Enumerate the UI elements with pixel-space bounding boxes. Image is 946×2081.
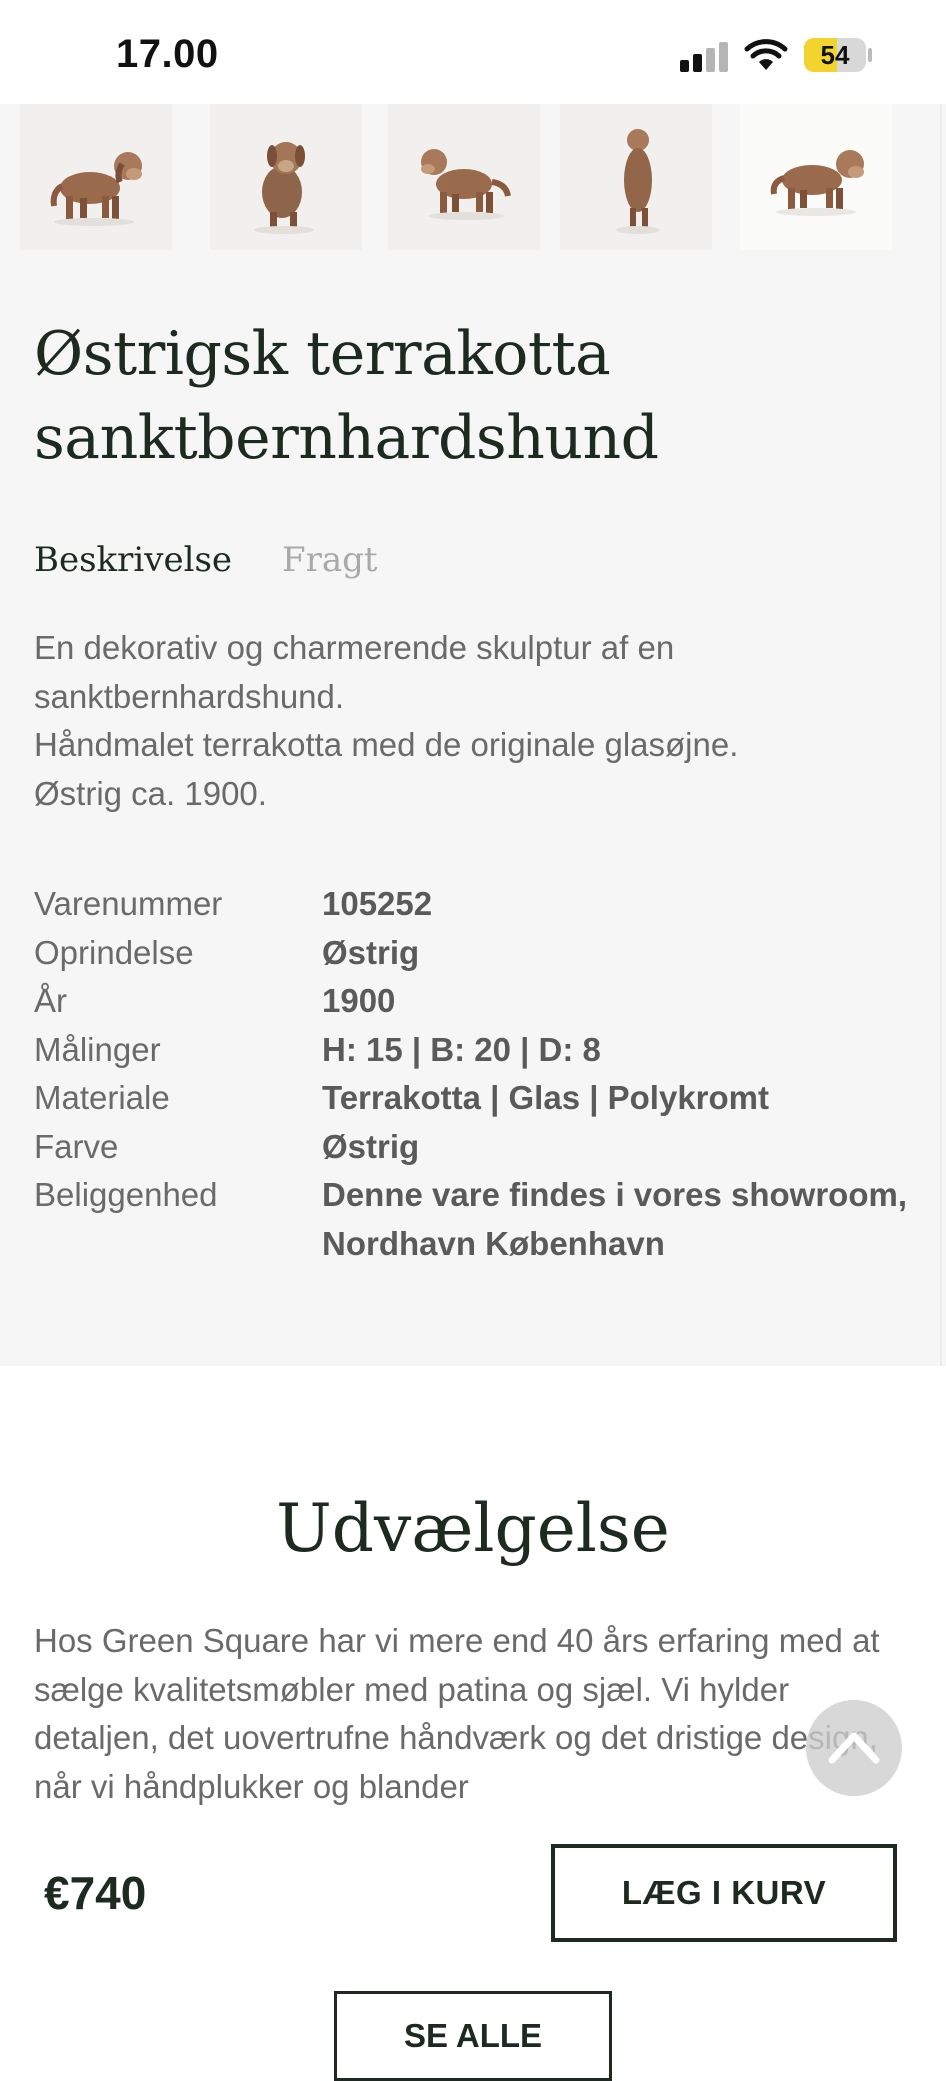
battery-tip: [868, 48, 872, 62]
description-paragraph: Håndmalet terrakotta med de originale gl…: [34, 726, 739, 763]
spec-value: Østrig: [322, 933, 420, 971]
thumbnail-3[interactable]: [388, 104, 540, 250]
spec-value: 105252: [322, 885, 433, 922]
product-title-line-1: Østrigsk terrakotta: [34, 319, 611, 389]
add-to-cart-button[interactable]: LÆG I KURV: [551, 1844, 897, 1942]
spec-value: Denne vare findes i vores showroom, Nord…: [322, 1176, 908, 1262]
purchase-bar: €740 LÆG I KURV SE ALLE: [0, 1816, 946, 2081]
see-all-button[interactable]: SE ALLE: [334, 1991, 612, 2081]
product-price: €740: [44, 1867, 147, 1919]
battery-icon: 54: [804, 38, 866, 72]
edge-divider: [940, 104, 942, 1366]
dog-figurine-image: [50, 152, 142, 226]
thumbnail-strip: [0, 104, 946, 252]
wifi-icon: [744, 36, 788, 72]
product-title: Østrigsk terrakotta sanktbernhardshund: [34, 312, 894, 480]
spec-label: Materiale: [34, 1079, 170, 1116]
thumbnail-2[interactable]: [210, 104, 362, 250]
spec-label: Varenummer: [34, 885, 223, 922]
spec-label: Beliggenhed: [34, 1176, 218, 1213]
dog-figurine-image: [770, 150, 864, 216]
cellular-signal-icon: [680, 40, 730, 72]
description-paragraph: En dekorativ og charmerende skulptur af …: [34, 629, 675, 715]
dog-figurine-image: [421, 149, 511, 220]
clock: 17.00: [116, 32, 219, 76]
thumbnail-1[interactable]: [20, 104, 172, 250]
battery-percentage: 54: [820, 40, 850, 70]
spec-label: Farve: [34, 1127, 119, 1165]
spec-label: Oprindelse: [34, 933, 194, 971]
spec-label: Målinger: [34, 1030, 161, 1068]
tab-beskrivelse[interactable]: Beskrivelse: [34, 540, 232, 580]
section-paragraph: Hos Green Square har vi mere end 40 års …: [34, 1622, 880, 1805]
thumbnail-5[interactable]: [740, 104, 892, 250]
spec-value: Terrakotta | Glas | Polykromt: [322, 1079, 769, 1116]
chevron-up-icon: [828, 1732, 880, 1764]
spec-value: Østrig: [322, 1127, 420, 1165]
spec-label: År: [34, 982, 67, 1019]
dog-figurine-image: [616, 129, 660, 234]
description-paragraph: Østrig ca. 1900.: [34, 774, 267, 812]
dog-figurine-image: [254, 142, 314, 234]
section-heading: Udvælgelse: [276, 1490, 670, 1567]
product-panel: Østrigsk terrakotta sanktbernhardshund B…: [0, 104, 946, 1366]
spec-value: 1900: [322, 982, 396, 1019]
scroll-to-top-button[interactable]: [806, 1700, 902, 1796]
thumbnail-4[interactable]: [560, 104, 712, 250]
spec-value: H: 15 | B: 20 | D: 8: [322, 1030, 601, 1068]
product-title-line-2: sanktbernhardshund: [34, 403, 659, 473]
product-description: En dekorativ og charmerende skulptur af …: [34, 624, 894, 818]
tab-fragt[interactable]: Fragt: [282, 540, 378, 580]
status-bar: 17.00 54: [0, 0, 946, 104]
